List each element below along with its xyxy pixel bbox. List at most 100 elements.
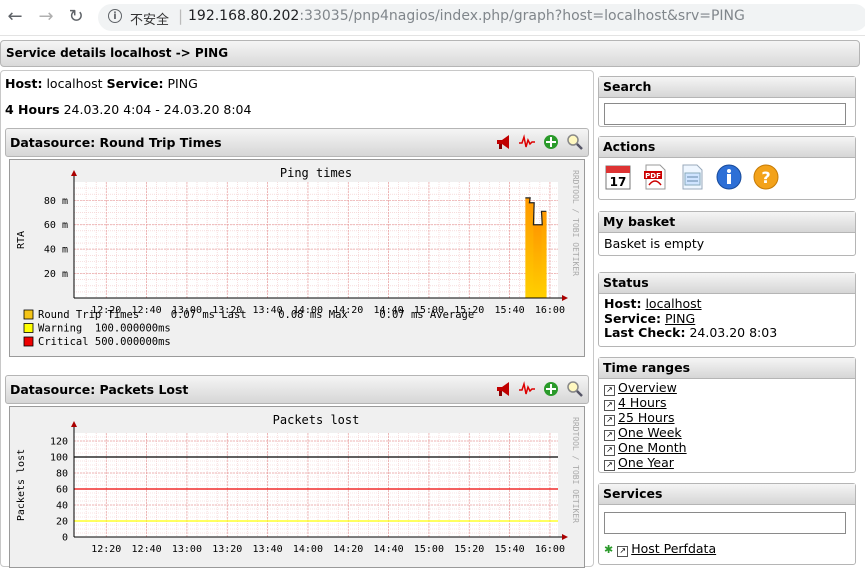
xml-icon[interactable] — [678, 163, 706, 191]
timeranges-box: Time ranges ↗ Overview ↗ 4 Hours ↗ 25 Hours… — [598, 357, 856, 473]
timerange-one-week[interactable]: ↗ One Week — [604, 425, 850, 441]
datasource-title: Datasource: Packets Lost — [10, 382, 189, 397]
x-tick-label: 16:00 — [535, 305, 565, 316]
address-bar[interactable]: i 不安全 | 192.168.80.202:33035/pnp4nagios/… — [98, 4, 865, 31]
timerange-one-month[interactable]: ↗ One Month — [604, 440, 850, 456]
host-service-line: Host: localhost Service: PING — [5, 76, 198, 91]
external-link-icon: ↗ — [617, 546, 629, 557]
status-box: Status Host: localhost Service: PING Las… — [598, 272, 856, 347]
y-tick-label: 60 — [56, 485, 68, 496]
info-icon[interactable] — [715, 163, 743, 191]
y-tick-label: 80 m — [44, 196, 68, 207]
status-title: Status — [599, 273, 855, 294]
y-tick-label: 100 — [50, 453, 68, 464]
x-tick-label: 13:40 — [253, 544, 283, 555]
chart-title: Packets lost — [273, 413, 360, 427]
y-axis-label: RTA — [16, 231, 27, 249]
external-link-icon: ↗ — [604, 445, 615, 456]
services-box: Services ✱ ↗ Host Perfdata — [598, 483, 856, 565]
legend-swatch — [23, 309, 34, 320]
timerange-overview[interactable]: ↗ Overview — [604, 380, 850, 396]
svg-text:PDF: PDF — [645, 172, 661, 180]
back-arrow-icon[interactable]: ← — [5, 7, 25, 27]
external-link-icon: ↗ — [604, 415, 615, 426]
page-header: Service details localhost -> PING — [0, 40, 860, 67]
search-input[interactable] — [604, 103, 846, 125]
svg-text:?: ? — [761, 168, 770, 187]
search-title: Search — [599, 77, 855, 98]
axis-arrow — [71, 170, 77, 176]
chart-title: Ping times — [280, 166, 352, 180]
graph-panel-rta: 20 m 40 m 60 m 80 m 12:20 12:40 13:00 13:20 13:4… — [9, 159, 585, 357]
x-tick-label: 13:00 — [172, 544, 202, 555]
y-tick-label: 40 — [56, 501, 68, 512]
watermark: RRDTOOL / TOBI OETIKER — [571, 417, 580, 523]
info-icon[interactable]: i — [108, 9, 122, 23]
y-tick-label: 20 — [56, 517, 68, 528]
browser-toolbar: ← → ↻ i 不安全 | 192.168.80.202:33035/pnp4n… — [0, 0, 865, 36]
green-dot-icon: ✱ — [604, 543, 614, 556]
basket-text: Basket is empty — [604, 236, 705, 251]
basket-title: My basket — [599, 212, 855, 233]
packets-lost-chart[interactable]: 0 20 40 60 80 100 120 12:20 12:40 13:00 13:20 13:40… — [10, 407, 584, 567]
x-tick-label: 15:40 — [495, 305, 525, 316]
y-tick-label: 0 — [62, 533, 68, 544]
x-tick-label: 14:20 — [333, 544, 363, 555]
y-tick-label: 60 m — [44, 220, 68, 231]
add-basket-icon[interactable] — [542, 133, 560, 151]
url-text[interactable]: 192.168.80.202:33035/pnp4nagios/index.ph… — [188, 8, 745, 24]
legend-label: Warning 100.000000ms — [38, 323, 171, 335]
forward-arrow-icon[interactable]: → — [36, 7, 56, 27]
add-basket-icon[interactable] — [542, 380, 560, 398]
x-tick-label: 15:20 — [454, 544, 484, 555]
status-service-link[interactable]: PING — [665, 311, 695, 326]
service-item[interactable]: ✱ ↗ Host Perfdata — [604, 541, 850, 557]
x-tick-label: 13:20 — [212, 544, 242, 555]
x-tick-label: 15:00 — [414, 544, 444, 555]
external-link-icon: ↗ — [604, 400, 615, 411]
separator: | — [178, 7, 184, 25]
zoom-icon[interactable] — [566, 133, 584, 151]
status-host-link[interactable]: localhost — [645, 296, 701, 311]
status-last-check: Last Check: 24.03.20 8:03 — [604, 325, 778, 340]
legend-label: Critical 500.000000ms — [38, 336, 171, 348]
search-box: Search — [598, 76, 856, 127]
graph-wave-icon[interactable] — [518, 133, 536, 151]
reload-icon[interactable]: ↻ — [66, 7, 86, 27]
zoom-icon[interactable] — [566, 380, 584, 398]
help-icon[interactable]: ? — [752, 163, 780, 191]
rta-chart[interactable]: 20 m40 m60 m80 m12:20 12:40 13:00 13:20 13:4… — [10, 160, 584, 356]
x-tick-label: 15:40 — [495, 544, 525, 555]
timerange-one-year[interactable]: ↗ One Year — [604, 455, 850, 471]
status-service: Service: PING — [604, 310, 696, 326]
calendar-icon[interactable]: 17 — [604, 163, 632, 191]
external-link-icon: ↗ — [604, 385, 615, 396]
x-tick-label: 14:40 — [374, 544, 404, 555]
svg-text:17: 17 — [610, 175, 627, 189]
megaphone-icon[interactable] — [495, 133, 513, 151]
axis-arrow — [562, 295, 568, 301]
datasource-header-pl: Datasource: Packets Lost — [5, 375, 589, 404]
legend-swatch — [23, 323, 34, 333]
services-title: Services — [599, 484, 855, 505]
x-tick-label: 12:40 — [132, 544, 162, 555]
timerange-25-hours[interactable]: ↗ 25 Hours — [604, 410, 850, 426]
megaphone-icon[interactable] — [495, 380, 513, 398]
graph-wave-icon[interactable] — [518, 380, 536, 398]
status-host: Host: localhost — [604, 296, 702, 311]
actions-box: Actions 17 PDF ? — [598, 136, 856, 200]
axis-arrow — [562, 534, 568, 540]
security-label: 不安全 — [130, 13, 170, 28]
main-panel: Host: localhost Service: PING 4 Hours 24… — [0, 70, 594, 568]
y-tick-label: 80 — [56, 469, 68, 480]
services-search-input[interactable] — [604, 512, 846, 534]
datasource-header-rta: Datasource: Round Trip Times — [5, 128, 589, 157]
legend-swatch — [23, 336, 34, 347]
page-title: Service details localhost -> PING — [6, 46, 229, 60]
external-link-icon: ↗ — [604, 430, 615, 441]
period-line: 4 Hours 24.03.20 4:04 - 24.03.20 8:04 — [5, 102, 252, 117]
timerange-4-hours[interactable]: ↗ 4 Hours — [604, 395, 850, 411]
basket-box: My basket Basket is empty — [598, 211, 856, 256]
external-link-icon: ↗ — [604, 460, 615, 471]
pdf-icon[interactable]: PDF — [641, 163, 669, 191]
